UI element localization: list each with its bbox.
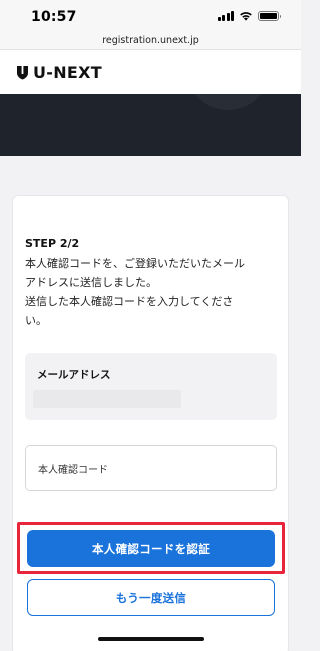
status-bar: 10:57 — [0, 0, 301, 28]
status-time: 10:57 — [31, 9, 77, 25]
wifi-icon — [240, 12, 252, 21]
email-value-masked — [33, 390, 181, 408]
cellular-signal-icon — [217, 11, 234, 21]
logo-text: U-NEXT — [33, 63, 103, 82]
verification-card: STEP 2/2 本人確認コードを、ご登録いただいたメール アドレスに送信しまし… — [12, 195, 289, 651]
shield-logo-icon — [17, 66, 28, 80]
hero-decoration — [185, 94, 271, 110]
instruction-line: アドレスに送信しました。 — [25, 276, 157, 289]
resend-button-label: もう一度送信 — [115, 590, 187, 605]
instruction-text: 本人確認コードを、ご登録いただいたメール アドレスに送信しました。 送信した本人… — [25, 254, 280, 330]
home-indicator[interactable] — [98, 637, 204, 641]
verification-code-input[interactable]: 本人確認コード — [25, 445, 277, 491]
code-input-placeholder: 本人確認コード — [38, 465, 108, 476]
verify-code-button[interactable]: 本人確認コードを認証 — [27, 530, 275, 567]
resend-code-button[interactable]: もう一度送信 — [27, 579, 275, 616]
site-header: U-NEXT — [0, 50, 301, 94]
logo[interactable]: U-NEXT — [16, 63, 102, 82]
email-display: メールアドレス — [25, 353, 277, 420]
address-bar[interactable]: registration.unext.jp — [0, 28, 301, 50]
url-text: registration.unext.jp — [102, 35, 199, 46]
instruction-line: い。 — [25, 314, 47, 327]
step-indicator: STEP 2/2 — [25, 237, 80, 250]
instruction-line: 送信した本人確認コードを入力してくださ — [25, 295, 234, 308]
battery-icon — [258, 11, 281, 21]
status-icons — [217, 11, 281, 21]
email-label: メールアドレス — [37, 369, 111, 381]
instruction-line: 本人確認コードを、ご登録いただいたメール — [25, 257, 245, 270]
verify-button-label: 本人確認コードを認証 — [92, 541, 210, 556]
hero-banner — [0, 94, 301, 156]
